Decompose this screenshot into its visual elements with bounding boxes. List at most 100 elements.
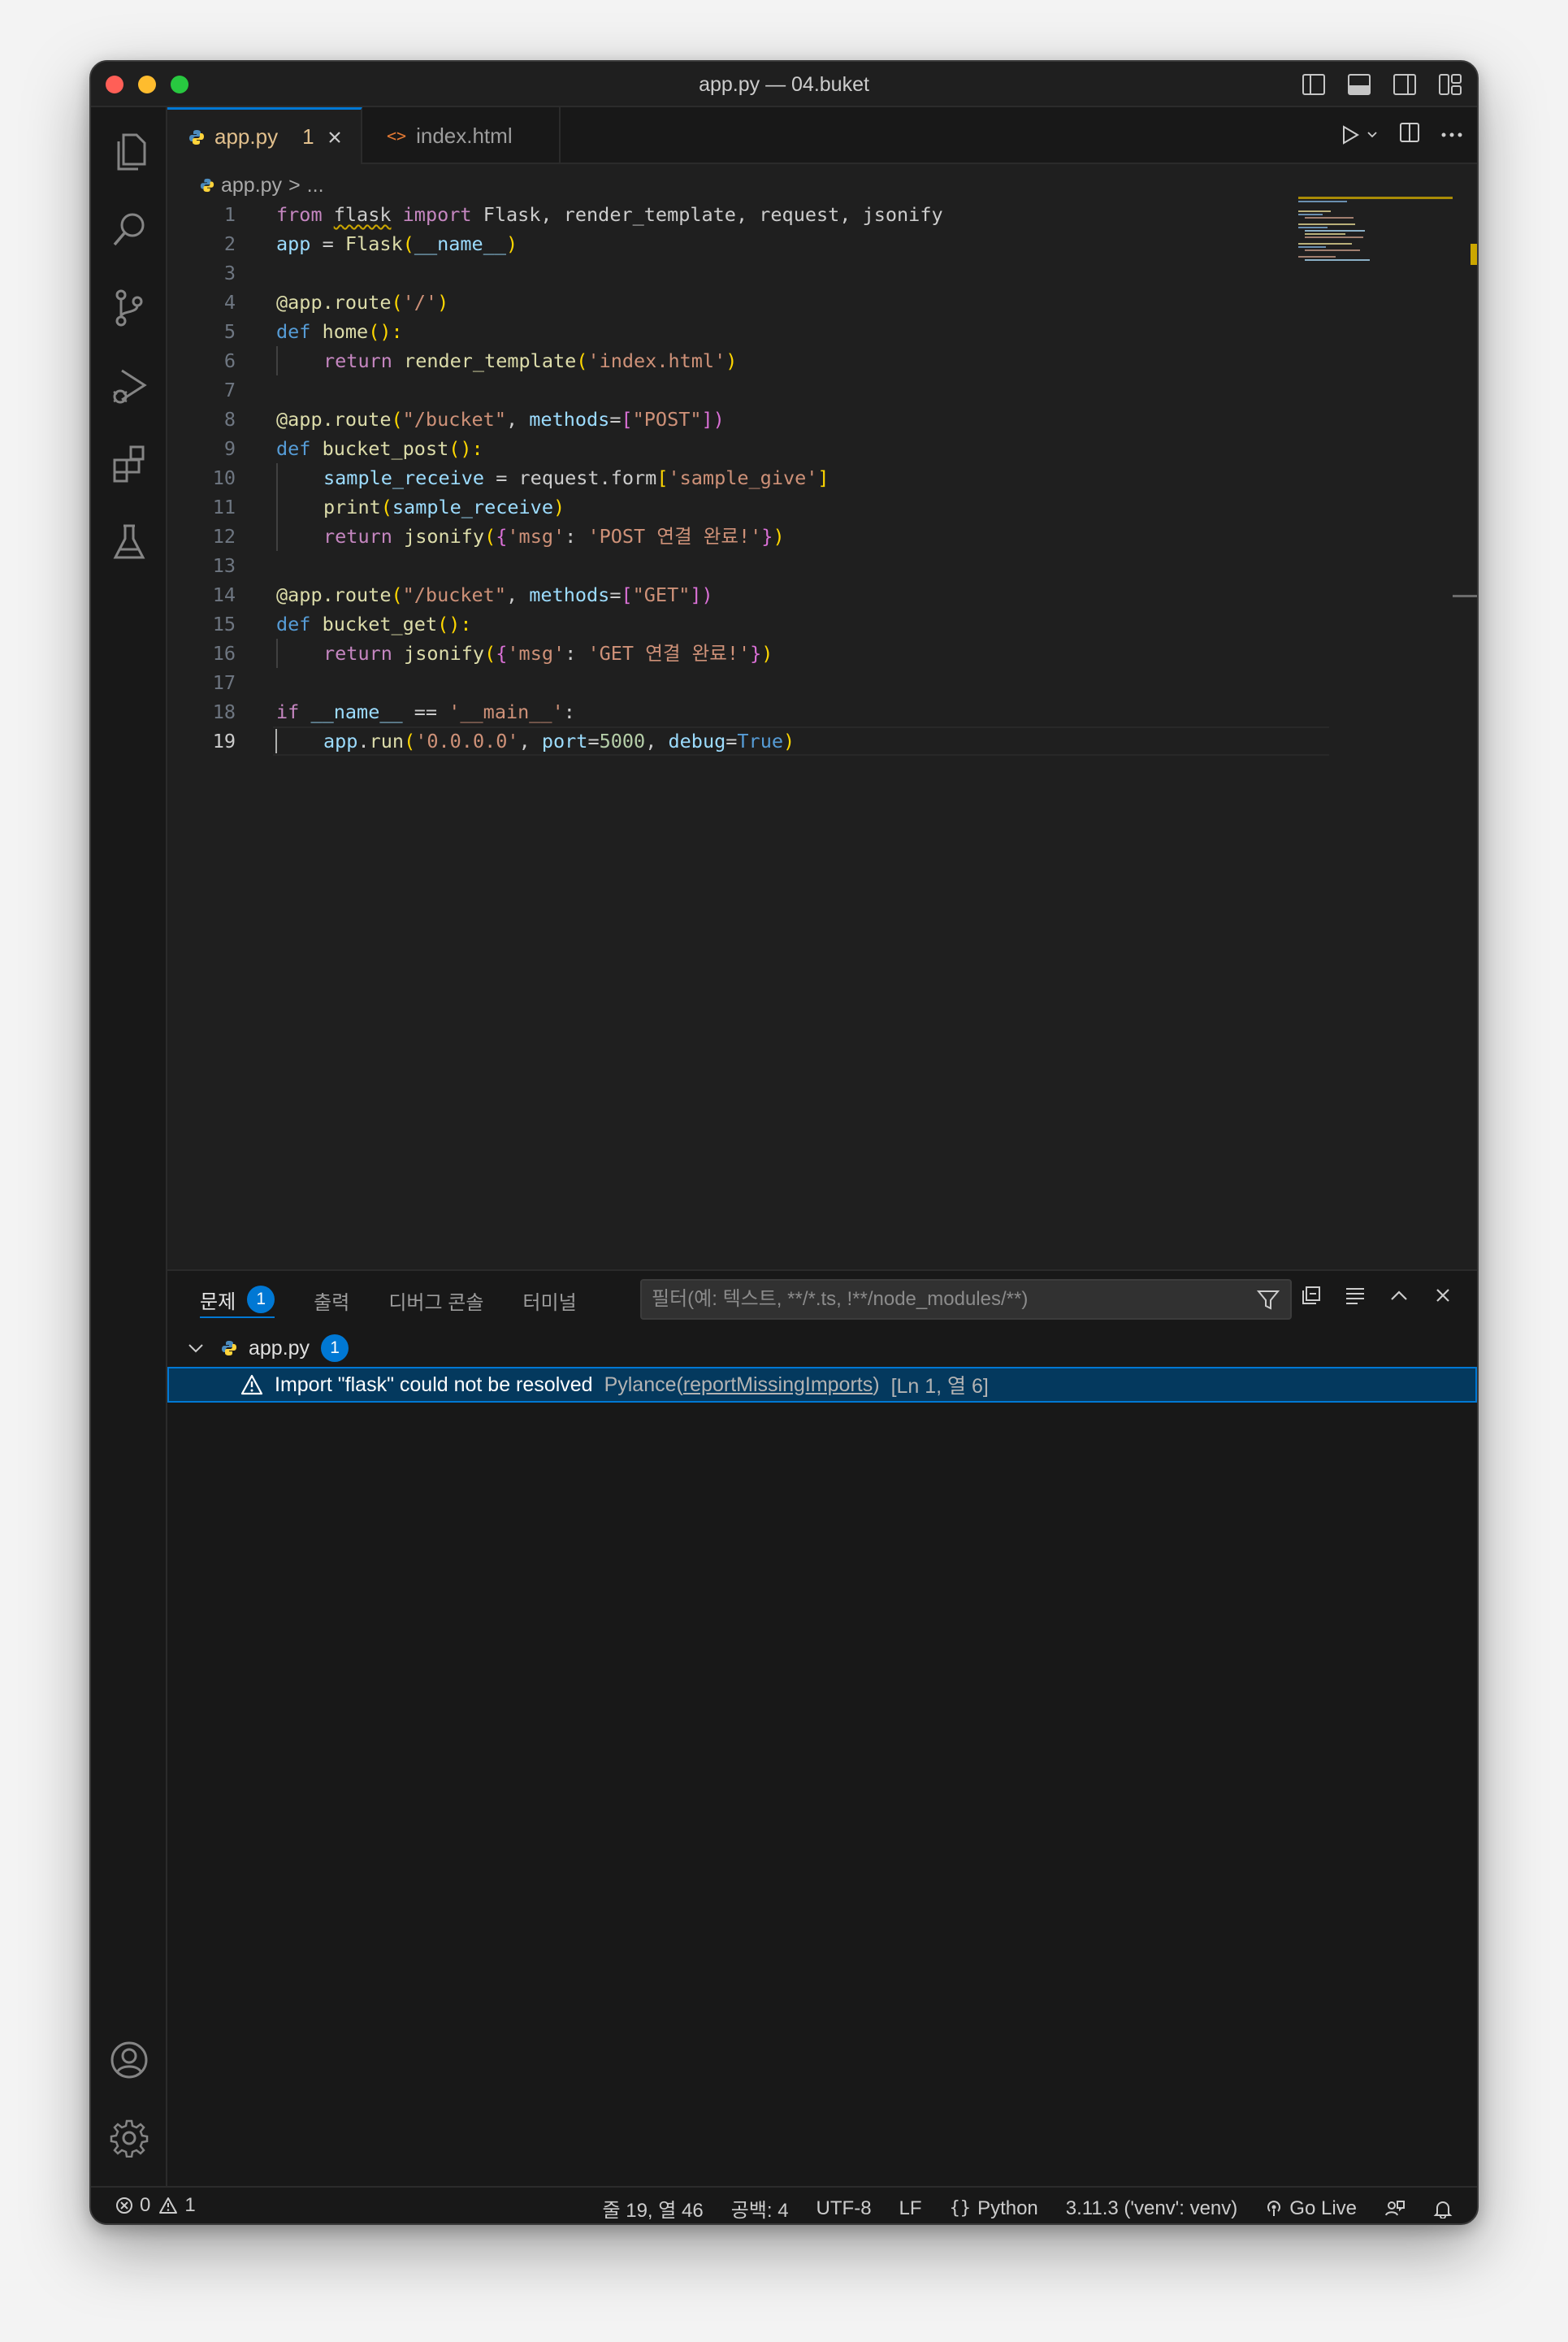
editor-area: app.py 1 <> index.html app.py > ... 1 fr… — [167, 107, 1477, 1269]
problem-item[interactable]: Import "flask" could not be resolved Pyl… — [167, 1367, 1477, 1403]
problem-message: Import "flask" could not be resolved — [275, 1373, 593, 1396]
toggle-primary-sidebar-icon[interactable] — [1300, 72, 1328, 98]
tab-label: index.html — [416, 123, 513, 148]
activity-bar — [91, 107, 167, 2186]
encoding[interactable]: UTF-8 — [816, 2197, 872, 2220]
code-line: 15 def bucket_get(): — [212, 613, 472, 635]
code-line: 1 from flask import Flask, render_templat… — [167, 200, 1329, 229]
filter-icon[interactable] — [1256, 1288, 1280, 1316]
collapse-all-icon[interactable] — [1298, 1282, 1324, 1308]
code-line: 9 def bucket_post(): — [223, 437, 483, 460]
close-panel-icon[interactable] — [1430, 1282, 1456, 1308]
manage-gear-icon[interactable] — [91, 2101, 167, 2175]
breadcrumb[interactable]: app.py > ... — [200, 171, 324, 200]
tab-problem-count: 1 — [302, 124, 314, 149]
tab-terminal[interactable]: 터미널 — [522, 1282, 576, 1318]
editor-tabs: app.py 1 <> index.html — [167, 107, 1477, 164]
code-line: 6 return render_template('index.html') — [167, 346, 1329, 375]
extensions-icon[interactable] — [91, 427, 167, 501]
problem-location: [Ln 1, 열 6] — [890, 1375, 989, 1398]
code-line-current: 19 app.run('0.0.0.0', port=5000, debug=Tr… — [167, 726, 1329, 756]
notifications-bell-icon[interactable] — [1433, 2199, 1453, 2218]
tab-label: app.py — [214, 124, 279, 149]
python-file-icon — [188, 129, 205, 145]
title-bar: app.py — 04.buket — [91, 62, 1477, 107]
end-of-line[interactable]: LF — [899, 2197, 922, 2220]
bottom-panel: 문제 1 출력 디버그 콘솔 터미널 필터(예: 텍스트, **/*.ts, !… — [167, 1269, 1477, 2186]
feedback-icon[interactable] — [1384, 2199, 1406, 2218]
code-line: 10 sample_receive = request.form['sample_… — [167, 463, 1329, 492]
code-line: 2 app = Flask(__name__) — [223, 232, 518, 255]
run-and-debug-icon[interactable] — [91, 349, 167, 423]
scrollbar-warning-marker — [1471, 244, 1477, 265]
code-line: 11 print(sample_receive) — [167, 492, 1329, 522]
tab-app-py[interactable]: app.py 1 — [167, 107, 362, 164]
problem-rule-link[interactable]: reportMissingImports — [683, 1373, 873, 1396]
close-tab-icon[interactable] — [327, 130, 342, 145]
panel-tabs: 문제 1 출력 디버그 콘솔 터미널 — [200, 1282, 577, 1318]
code-editor[interactable]: 1 from flask import Flask, render_templat… — [167, 200, 1329, 756]
minimap[interactable] — [1298, 197, 1453, 270]
warning-count: 1 — [184, 2194, 196, 2216]
problems-file-count: 1 — [321, 1334, 349, 1362]
explorer-icon[interactable] — [91, 115, 167, 189]
chevron-down-icon[interactable] — [187, 1342, 205, 1354]
language-mode[interactable]: {} Python — [950, 2197, 1038, 2220]
customize-layout-icon[interactable] — [1436, 72, 1464, 98]
line-number: 1 — [223, 203, 236, 226]
split-editor-icon[interactable] — [1399, 122, 1420, 147]
error-count: 0 — [140, 2194, 151, 2216]
toggle-panel-icon[interactable] — [1345, 72, 1373, 98]
problems-file-group[interactable]: app.py 1 — [187, 1331, 349, 1365]
code-line: 17 — [212, 671, 236, 694]
html-file-icon: <> — [387, 126, 407, 145]
problems-status[interactable]: 0 1 — [115, 2194, 196, 2217]
search-icon[interactable] — [91, 193, 167, 267]
code-line: 14 @app.route("/bucket", methods=["GET"]) — [212, 583, 713, 606]
code-line: 8 @app.route("/bucket", methods=["POST"]) — [223, 408, 725, 431]
tab-problems[interactable]: 문제 1 — [200, 1282, 275, 1318]
warning-icon — [159, 2197, 178, 2214]
warning-icon — [240, 1374, 263, 1395]
more-actions-icon[interactable] — [1441, 128, 1462, 142]
indentation[interactable]: 공백: 4 — [731, 2194, 789, 2223]
tab-output[interactable]: 출력 — [314, 1282, 349, 1318]
view-as-list-icon[interactable] — [1342, 1282, 1368, 1308]
tab-index-html[interactable]: <> index.html — [362, 107, 561, 164]
error-icon — [116, 2197, 132, 2214]
code-line: 12 return jsonify({'msg': 'POST 연결 완료!'}) — [167, 522, 1329, 551]
python-file-icon — [200, 178, 214, 193]
problem-source: Pylance(reportMissingImports) — [604, 1373, 880, 1396]
testing-flask-icon[interactable] — [91, 505, 167, 579]
code-line: 13 — [212, 554, 236, 577]
text-cursor — [275, 729, 277, 753]
code-line: 5 def home(): — [223, 320, 403, 343]
accounts-icon[interactable] — [91, 2023, 167, 2097]
breadcrumb-file[interactable]: app.py — [221, 174, 282, 197]
maximize-panel-chevron-up-icon[interactable] — [1386, 1282, 1412, 1308]
breadcrumb-symbols[interactable]: ... — [307, 174, 324, 197]
go-live-button[interactable]: Go Live — [1265, 2197, 1357, 2220]
unresolved-import[interactable]: flask — [334, 203, 392, 226]
problems-count-badge: 1 — [247, 1286, 275, 1313]
scrollbar-position-marker — [1453, 595, 1477, 597]
run-python-file-icon[interactable] — [1341, 124, 1378, 145]
tab-debug-console[interactable]: 디버그 콘솔 — [388, 1282, 483, 1318]
code-line: 3 — [223, 262, 236, 284]
filter-input[interactable] — [652, 1281, 1237, 1318]
vscode-window: app.py — 04.buket app.py 1 <> index.html… — [89, 60, 1479, 2225]
braces-icon: {} — [949, 2198, 972, 2218]
status-bar: 0 1 줄 19, 열 46 공백: 4 UTF-8 LF {} Python … — [91, 2186, 1477, 2223]
window-title: app.py — 04.buket — [699, 73, 869, 96]
code-line: 4 @app.route('/') — [223, 291, 449, 314]
toggle-secondary-sidebar-icon[interactable] — [1391, 72, 1419, 98]
problems-file-name: app.py — [249, 1336, 310, 1360]
code-line: 7 — [223, 379, 236, 401]
source-control-icon[interactable] — [91, 271, 167, 345]
python-interpreter[interactable]: 3.11.3 ('venv': venv) — [1066, 2197, 1238, 2220]
broadcast-icon — [1267, 2200, 1281, 2216]
cursor-position[interactable]: 줄 19, 열 46 — [602, 2194, 703, 2223]
code-line: 18 if __name__ == '__main__': — [212, 700, 575, 723]
code-line: 16 return jsonify({'msg': 'GET 연결 완료!'}) — [167, 639, 1329, 668]
python-file-icon — [221, 1340, 237, 1356]
